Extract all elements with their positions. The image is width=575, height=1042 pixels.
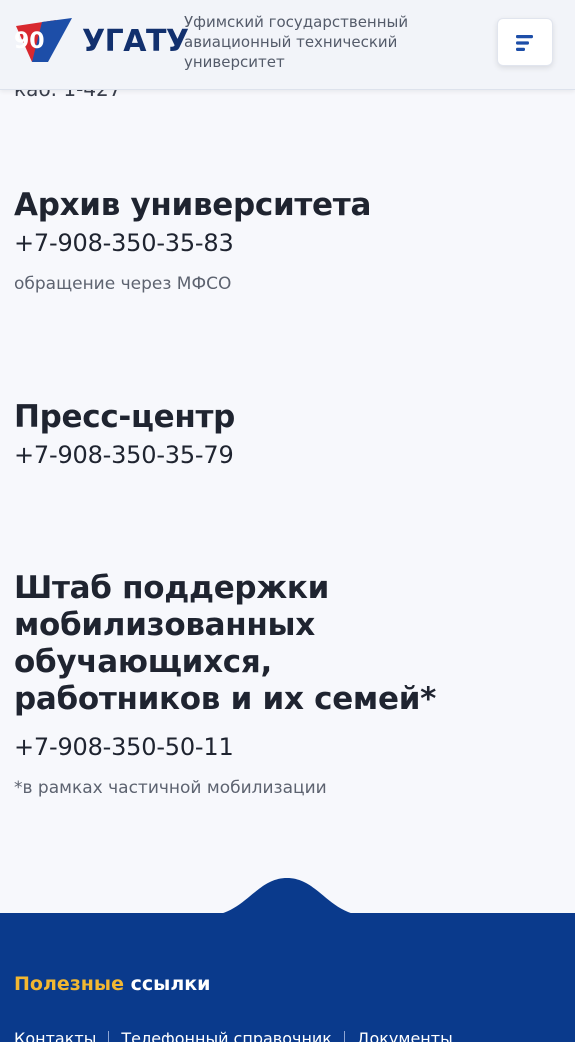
- footer-wave-decoration: [0, 878, 575, 916]
- contact-section-archive: Архив университета +7-908-350-35-83 обра…: [14, 187, 559, 295]
- university-logo[interactable]: 90 УГАТУ: [12, 18, 189, 64]
- contact-section-mobilization-support: Штаб поддержки мобилизованных обучающихс…: [14, 570, 559, 799]
- menu-button[interactable]: [497, 18, 553, 66]
- subtitle-line: Уфимский государственный: [184, 13, 409, 31]
- phone-link[interactable]: +7-908-350-35-79: [14, 440, 559, 470]
- university-full-name: Уфимский государственный авиационный тех…: [184, 12, 444, 72]
- footer-links: Контакты Телефонный справочник Документы: [14, 1028, 453, 1042]
- section-note: обращение через МФСО: [14, 274, 232, 294]
- footer-links-heading: Полезные ссылки: [14, 972, 210, 996]
- emblem-number: 90: [14, 29, 45, 54]
- site-header: 90 УГАТУ Уфимский государственный авиаци…: [0, 0, 575, 90]
- section-title-line: Штаб поддержки: [14, 570, 330, 606]
- subtitle-line: университет: [184, 53, 285, 71]
- section-title: Архив университета: [14, 187, 372, 223]
- hamburger-menu-icon: [516, 35, 533, 51]
- site-footer: Полезные ссылки Контакты Телефонный справ…: [0, 876, 575, 1042]
- section-title: Пресс-центр: [14, 399, 236, 435]
- section-note: *в рамках частичной мобилизации: [14, 778, 327, 798]
- link-divider: [108, 1030, 110, 1042]
- section-title-line: мобилизованных обучающихся,: [14, 607, 315, 680]
- phone-link[interactable]: +7-908-350-50-11: [14, 732, 559, 762]
- phone-link[interactable]: +7-908-350-35-83: [14, 228, 559, 258]
- subtitle-line: авиационный технический: [184, 33, 398, 51]
- logo-wordmark: УГАТУ: [82, 24, 189, 59]
- footer-link-contacts[interactable]: Контакты: [14, 1029, 96, 1042]
- section-title: Штаб поддержки мобилизованных обучающихс…: [14, 570, 559, 718]
- contact-section-press: Пресс-центр +7-908-350-35-79: [14, 399, 559, 470]
- footer-heading-highlight: Полезные: [14, 973, 124, 995]
- footer-link-phonebook[interactable]: Телефонный справочник: [121, 1029, 332, 1042]
- footer-link-documents[interactable]: Документы: [357, 1029, 453, 1042]
- university-emblem-icon: 90: [14, 18, 72, 62]
- section-title-line: работников и их семей*: [14, 681, 437, 717]
- footer-heading-rest: ссылки: [130, 973, 211, 995]
- link-divider: [343, 1030, 345, 1042]
